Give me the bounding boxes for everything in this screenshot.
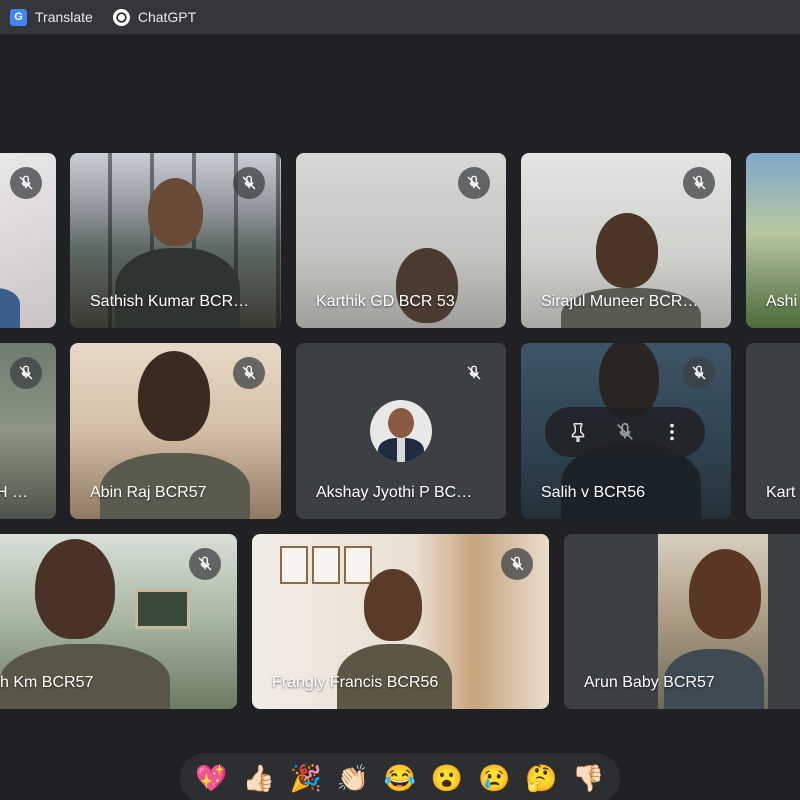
participant-tile[interactable]: 6 (0, 153, 56, 328)
participant-tile[interactable]: Akshay Jyothi P BC… (296, 343, 506, 519)
participant-name: Salih v BCR56 (541, 484, 646, 501)
participant-name: H … (0, 484, 28, 501)
participant-name: Abin Raj BCR57 (90, 484, 207, 501)
participant-name: Sirajul Muneer BCR… (541, 293, 699, 310)
mic-off-icon (501, 548, 533, 580)
reaction-party-popper[interactable]: 🎉 (286, 765, 326, 791)
reaction-crying[interactable]: 😢 (474, 765, 514, 791)
participant-tile[interactable]: Sirajul Muneer BCR… (521, 153, 731, 328)
mic-off-icon (458, 167, 490, 199)
more-vert-icon[interactable] (656, 416, 688, 448)
bookmark-translate[interactable]: G Translate (10, 8, 93, 26)
mic-off-icon[interactable] (609, 416, 641, 448)
mic-off-icon (10, 357, 42, 389)
reaction-sparkling-heart[interactable]: 💖 (192, 765, 232, 791)
mic-off-icon (683, 357, 715, 389)
reaction-joy[interactable]: 😂 (380, 765, 420, 791)
reaction-thumbs-up[interactable]: 👍🏻 (239, 765, 279, 791)
mic-off-icon (233, 357, 265, 389)
participant-name: Kart (766, 484, 796, 501)
participant-name: h Km BCR57 (0, 674, 94, 691)
participant-tile[interactable]: Kart (746, 343, 800, 519)
reaction-clapping[interactable]: 👏🏻 (333, 765, 373, 791)
participant-tile[interactable]: Karthik GD BCR 53 (296, 153, 506, 328)
bookmark-label: Translate (35, 9, 93, 25)
bookmarks-bar: G Translate ChatGPT (0, 0, 800, 34)
participant-tile[interactable]: H … (0, 343, 56, 519)
bookmark-label: ChatGPT (137, 9, 197, 25)
participant-tile[interactable]: Arun Baby BCR57 (564, 534, 800, 709)
reaction-thumbs-down[interactable]: 👎🏻 (568, 765, 608, 791)
chatgpt-icon (112, 8, 130, 26)
participant-name: Ashi (766, 293, 798, 310)
participant-tile[interactable]: Frangly Francis BCR56 (252, 534, 549, 709)
participant-tile[interactable]: Abin Raj BCR57 (70, 343, 281, 519)
mic-off-icon (233, 167, 265, 199)
participant-name: Sathish Kumar BCR… (90, 293, 250, 310)
tile-hover-controls (545, 407, 705, 457)
participant-tile[interactable]: h Km BCR57 (0, 534, 237, 709)
mic-off-icon (10, 167, 42, 199)
participant-tile[interactable]: Sathish Kumar BCR… (70, 153, 281, 328)
participant-name: Frangly Francis BCR56 (272, 674, 439, 691)
participant-tile[interactable]: Ashi (746, 153, 800, 328)
mic-off-icon (189, 548, 221, 580)
avatar (370, 400, 432, 462)
pin-icon[interactable] (562, 416, 594, 448)
participant-name: Akshay Jyothi P BC… (316, 484, 473, 501)
mic-off-icon (458, 357, 490, 389)
reaction-surprised[interactable]: 😮 (427, 765, 467, 791)
participant-name: Arun Baby BCR57 (584, 674, 715, 691)
google-translate-icon: G (10, 8, 27, 26)
participant-name: Karthik GD BCR 53 (316, 293, 455, 310)
reaction-thinking[interactable]: 🤔 (521, 765, 561, 791)
reactions-bar: 💖 👍🏻 🎉 👏🏻 😂 😮 😢 🤔 👎🏻 (180, 753, 620, 800)
bookmark-chatgpt[interactable]: ChatGPT (112, 8, 197, 26)
mic-off-icon (683, 167, 715, 199)
